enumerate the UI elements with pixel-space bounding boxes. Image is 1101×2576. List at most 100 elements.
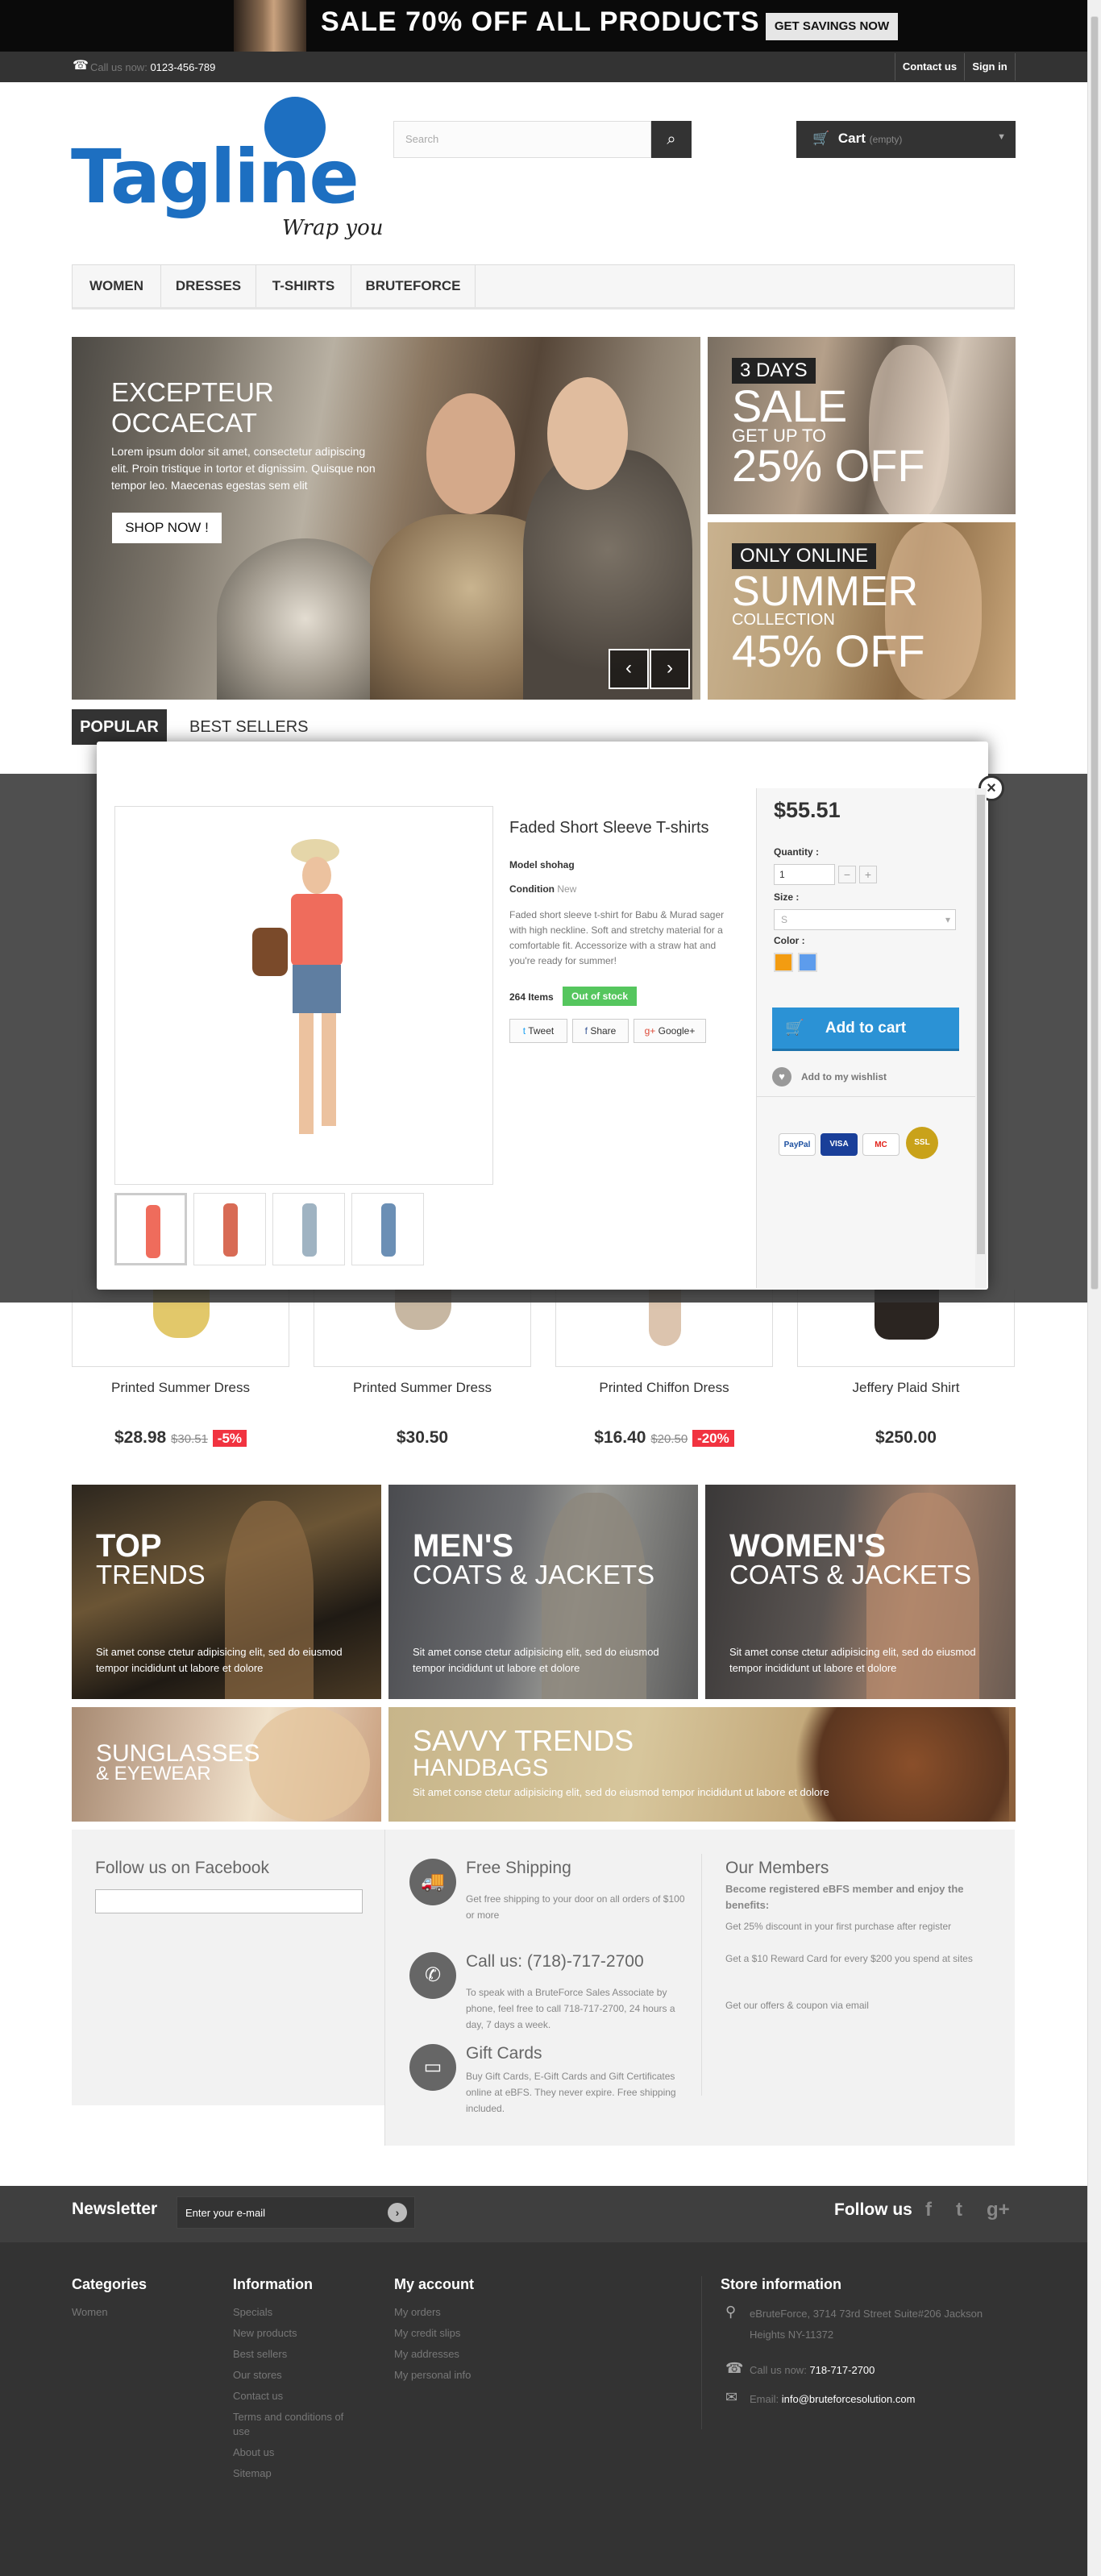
phone-icon: ☎ <box>73 59 89 73</box>
product-main-image[interactable] <box>114 806 493 1185</box>
page-scrollbar-thumb[interactable] <box>1091 16 1099 1290</box>
top-sale-banner[interactable]: SALE 70% OFF ALL PRODUCTS GET SAVINGS NO… <box>0 0 1087 52</box>
price-current: $28.98 <box>114 1428 167 1447</box>
color-swatch-blue[interactable] <box>798 953 817 972</box>
info-text: Get free shipping to your door on all or… <box>466 1893 685 1921</box>
page-scrollbar[interactable] <box>1087 0 1101 2576</box>
google-plus-icon[interactable]: g+ <box>987 2199 1010 2221</box>
map-marker-icon: ⚲ <box>725 2304 737 2320</box>
sale-headline: SALE 70% OFF ALL PRODUCTS <box>321 6 760 37</box>
quantity-decrease-button[interactable]: − <box>838 866 856 883</box>
promo-top-trends[interactable]: TOP TRENDS Sit amet conse ctetur adipisi… <box>72 1485 381 1699</box>
newsletter-email-input[interactable]: Enter your e-mail <box>177 2196 415 2229</box>
twitter-icon: t <box>522 1025 526 1037</box>
tab-best-sellers[interactable]: BEST SELLERS <box>189 709 308 745</box>
menu-item-women[interactable]: WOMEN <box>73 265 161 307</box>
menu-item-bruteforce[interactable]: BRUTEFORCE <box>351 265 476 307</box>
side-banner-sale[interactable]: 3 DAYS SALE GET UP TO 25% OFF <box>708 337 1016 514</box>
twitter-icon[interactable]: t <box>956 2199 962 2221</box>
promo-sunglasses[interactable]: SUNGLASSES & EYEWEAR <box>72 1707 381 1822</box>
quantity-increase-button[interactable]: + <box>859 866 877 883</box>
facebook-share-button[interactable]: f Share <box>572 1019 629 1043</box>
quantity-input[interactable]: 1 <box>774 864 835 885</box>
menu-item-tshirts[interactable]: T-SHIRTS <box>256 265 351 307</box>
banner-model-image <box>234 0 306 52</box>
discount-badge: -20% <box>692 1430 734 1447</box>
phone-icon: ☎ <box>725 2360 744 2376</box>
contact-us-link[interactable]: Contact us <box>895 53 964 81</box>
promo-subtitle: HANDBAGS <box>413 1755 549 1781</box>
modal-scrollbar[interactable] <box>975 788 987 1288</box>
product-thumbnail[interactable] <box>114 1193 187 1265</box>
add-to-cart-button[interactable]: 🛒 Add to cart <box>772 1008 959 1051</box>
google-plus-button[interactable]: g+ Google+ <box>634 1019 706 1043</box>
product-thumbnail[interactable] <box>351 1193 424 1265</box>
slider-prev-button[interactable]: ‹ <box>609 649 649 689</box>
footer-link[interactable]: Terms and conditions of use <box>233 2407 362 2439</box>
footer-link[interactable]: New products <box>233 2323 297 2344</box>
call-us-text: Call us now: 0123-456-789 <box>90 61 216 73</box>
menu-item-dresses[interactable]: DRESSES <box>161 265 256 307</box>
thumbnail-image <box>223 1203 238 1257</box>
store-email[interactable]: Email: info@bruteforcesolution.com <box>750 2389 915 2410</box>
tab-popular[interactable]: POPULAR <box>72 709 167 745</box>
product-price: $16.40 $20.50 -20% <box>555 1428 773 1448</box>
info-title: Call us: (718)-717-2700 <box>466 1952 644 1971</box>
get-savings-button[interactable]: GET SAVINGS NOW <box>766 13 898 40</box>
info-text: To speak with a BruteForce Sales Associa… <box>466 1987 675 2030</box>
product-price: $28.98 $30.51 -5% <box>72 1428 289 1448</box>
footer-link[interactable]: My addresses <box>394 2344 459 2365</box>
search-button[interactable]: ⌕ <box>651 121 692 158</box>
footer-link[interactable]: Women <box>72 2302 108 2323</box>
slider-next-button[interactable]: › <box>650 649 690 689</box>
promo-handbags[interactable]: SAVVY TRENDS HANDBAGS Sit amet conse cte… <box>388 1707 1016 1822</box>
promo-womens-coats[interactable]: WOMEN'S COATS & JACKETS Sit amet conse c… <box>705 1485 1016 1699</box>
footer-account-title: My account <box>394 2276 475 2292</box>
tweet-button[interactable]: t Tweet <box>509 1019 567 1043</box>
page: SALE 70% OFF ALL PRODUCTS GET SAVINGS NO… <box>0 0 1087 2576</box>
product-thumbnail[interactable] <box>272 1193 345 1265</box>
newsletter-submit-button[interactable]: › <box>388 2203 407 2222</box>
size-select[interactable]: S ▾ <box>774 909 956 930</box>
chevron-left-icon: ‹ <box>625 657 632 679</box>
footer-link[interactable]: My credit slips <box>394 2323 460 2344</box>
mastercard-icon: MC <box>862 1133 899 1156</box>
product-name[interactable]: Printed Summer Dress <box>72 1380 289 1396</box>
price-current: $250.00 <box>875 1428 937 1447</box>
footer-link[interactable]: My personal info <box>394 2365 471 2386</box>
footer-link[interactable]: About us <box>233 2442 274 2463</box>
sign-in-link[interactable]: Sign in <box>964 53 1016 81</box>
shop-now-button[interactable]: SHOP NOW ! <box>112 513 222 543</box>
modal-scrollbar-thumb[interactable] <box>977 795 985 1254</box>
banner-line-3: 25% OFF <box>732 440 925 491</box>
footer-link[interactable]: My orders <box>394 2302 441 2323</box>
footer-link[interactable]: Our stores <box>233 2365 282 2386</box>
divider <box>701 1854 702 2096</box>
footer-link[interactable]: Best sellers <box>233 2344 287 2365</box>
promo-mens-coats[interactable]: MEN'S COATS & JACKETS Sit amet conse cte… <box>388 1485 698 1699</box>
add-to-wishlist-link[interactable]: ♥ Add to my wishlist <box>772 1067 887 1086</box>
search-input[interactable]: Search <box>393 121 651 158</box>
side-banner-summer[interactable]: ONLY ONLINE SUMMER COLLECTION 45% OFF <box>708 522 1016 700</box>
cart-label: Cart <box>837 131 866 146</box>
product-condition: Condition New <box>509 883 577 895</box>
hero-flowers-image <box>217 538 394 700</box>
product-thumbnail[interactable] <box>193 1193 266 1265</box>
footer <box>0 2242 1087 2576</box>
cart-dropdown[interactable]: 🛒 Cart (empty) ▼ <box>796 121 1016 158</box>
promo-text: Sit amet conse ctetur adipisicing elit, … <box>96 1646 343 1674</box>
footer-link[interactable]: Specials <box>233 2302 272 2323</box>
footer-information-title: Information <box>233 2276 313 2292</box>
facebook-widget[interactable] <box>95 1889 363 1913</box>
facebook-icon[interactable]: f <box>925 2199 932 2221</box>
product-name[interactable]: Printed Summer Dress <box>314 1380 531 1396</box>
footer-link[interactable]: Sitemap <box>233 2463 272 2484</box>
footer-link[interactable]: Contact us <box>233 2386 283 2407</box>
product-name[interactable]: Printed Chiffon Dress <box>555 1380 773 1396</box>
chevron-down-icon: ▼ <box>997 132 1006 142</box>
banner-tag: ONLY ONLINE <box>732 543 877 569</box>
color-swatch-orange[interactable] <box>774 953 793 972</box>
info-title: Gift Cards <box>466 2044 542 2063</box>
logo[interactable]: Tagline <box>71 137 359 218</box>
product-name[interactable]: Jeffery Plaid Shirt <box>797 1380 1015 1396</box>
